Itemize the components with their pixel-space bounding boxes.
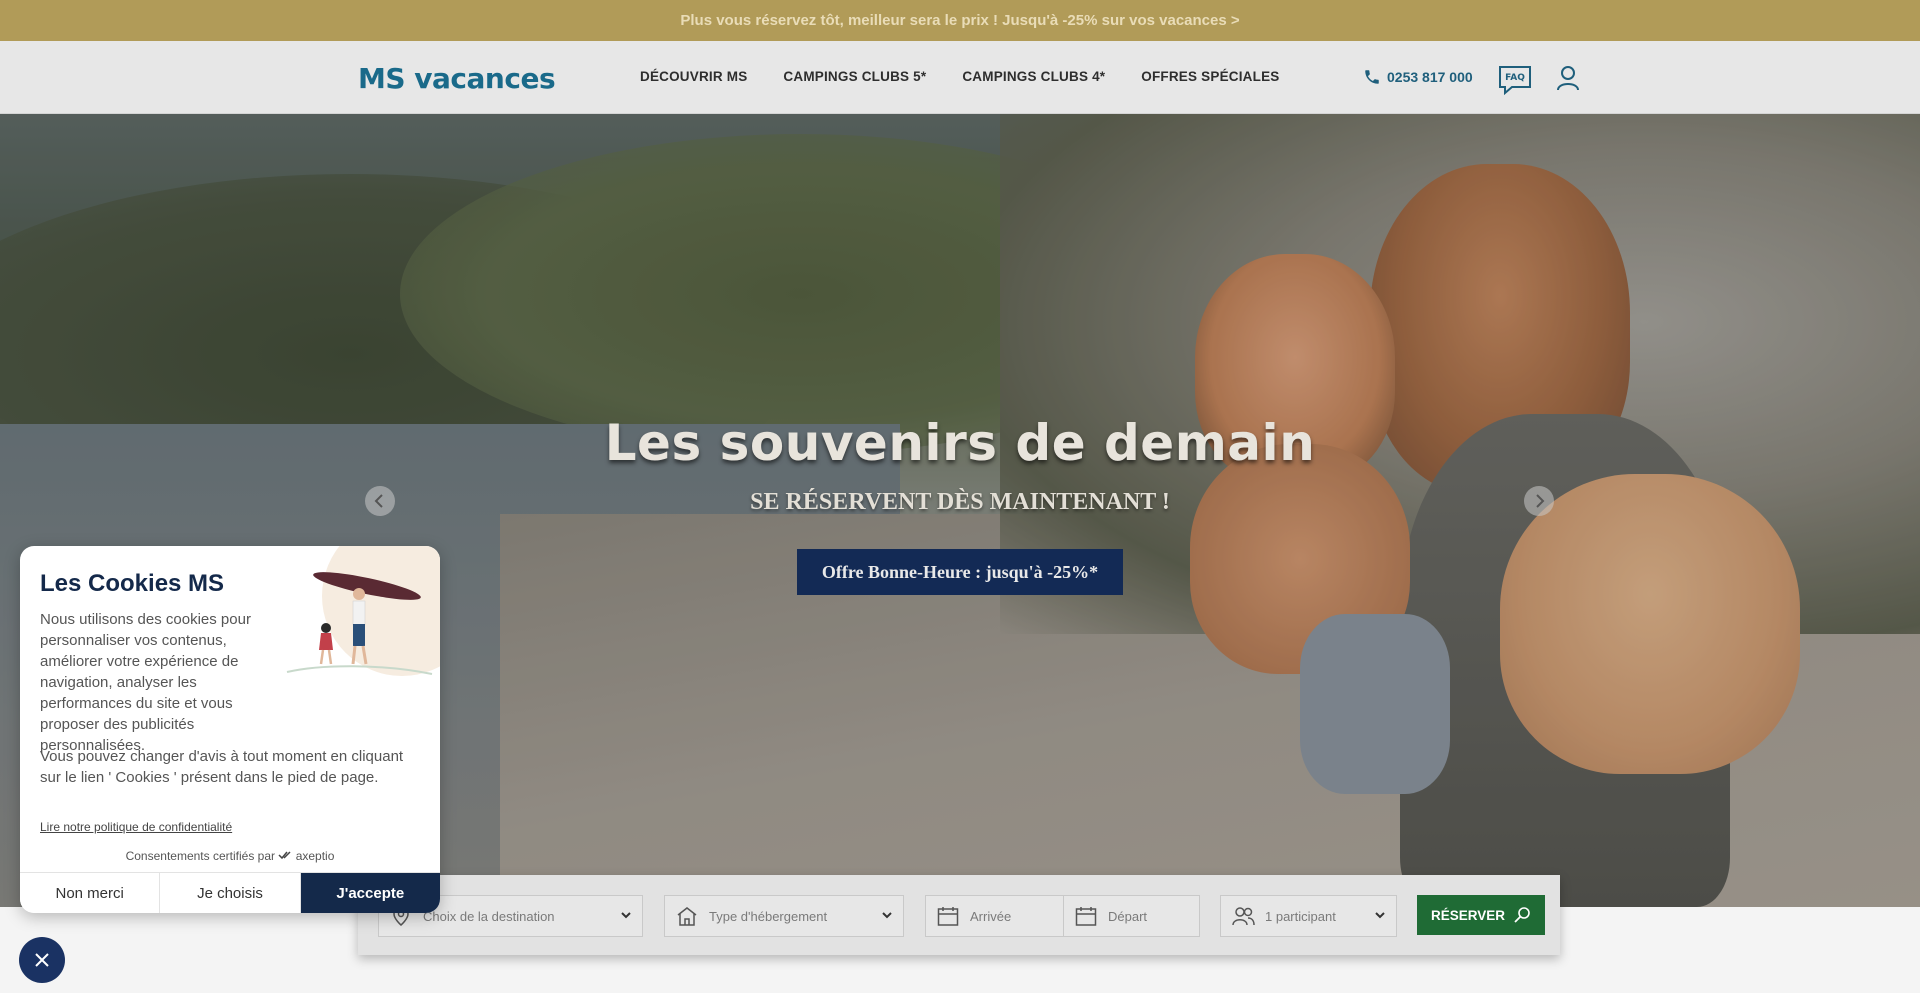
main-nav: DÉCOUVRIR MS CAMPINGS CLUBS 5* CAMPINGS … — [640, 69, 1280, 84]
cookie-description: Nous utilisons des cookies pour personna… — [40, 611, 251, 754]
cookie-buttons: Non merci Je choisis J'accepte — [20, 872, 440, 913]
axeptio-link[interactable]: axeptio — [296, 849, 335, 863]
site-header: MS vacances DÉCOUVRIR MS CAMPINGS CLUBS … — [0, 41, 1920, 114]
chevron-down-icon — [1375, 912, 1385, 919]
nav-item-decouvrir[interactable]: DÉCOUVRIR MS — [640, 69, 747, 84]
early-booking-offer-button[interactable]: Offre Bonne-Heure : jusqu'à -25%* — [797, 549, 1123, 595]
departure-placeholder: Départ — [1108, 908, 1148, 924]
account-button[interactable] — [1556, 65, 1580, 91]
calendar-icon — [1074, 904, 1098, 928]
certified-by: Consentements certifiés par axeptio — [20, 849, 440, 863]
certified-text: Consentements certifiés par — [125, 849, 275, 863]
phone-number: 0253 817 000 — [1387, 69, 1473, 85]
calendar-icon — [936, 904, 960, 928]
booking-search-bar: Choix de la destination Type d'hébergeme… — [358, 875, 1560, 955]
participants-value: 1 participant — [1265, 908, 1336, 924]
nav-item-campings-4[interactable]: CAMPINGS CLUBS 4* — [962, 69, 1105, 84]
users-icon — [1231, 904, 1255, 928]
faq-icon: FAQ — [1499, 66, 1531, 96]
destination-placeholder: Choix de la destination — [423, 908, 555, 924]
refuse-cookies-button[interactable]: Non merci — [20, 873, 161, 913]
arrival-date-field[interactable]: Arrivée — [925, 895, 1064, 937]
close-icon — [35, 953, 49, 967]
search-icon — [1514, 907, 1530, 923]
nav-item-offres[interactable]: OFFRES SPÉCIALES — [1141, 69, 1279, 84]
faq-button[interactable]: FAQ — [1498, 65, 1532, 96]
participants-select[interactable]: 1 participant — [1220, 895, 1397, 937]
cookie-change-mind-text: Vous pouvez changer d'avis à tout moment… — [40, 748, 404, 786]
phone-link[interactable]: 0253 817 000 — [1363, 68, 1473, 86]
accept-cookies-button[interactable]: J'accepte — [300, 873, 440, 913]
promo-text[interactable]: Plus vous réservez tôt, meilleur sera le… — [680, 12, 1239, 29]
hero-subtitle: SE RÉSERVENT DÈS MAINTENANT ! — [750, 489, 1170, 515]
chevron-down-icon — [621, 912, 631, 919]
reserve-label: RÉSERVER — [1430, 907, 1506, 923]
house-icon — [675, 904, 699, 928]
surfer-illustration — [286, 546, 440, 676]
reserve-button[interactable]: RÉSERVER — [1417, 895, 1545, 935]
cookie-title: Les Cookies MS — [40, 570, 225, 597]
cookie-consent-dialog: Les Cookies MS Nous utilisons des cookie… — [20, 546, 440, 913]
departure-date-field[interactable]: Départ — [1063, 895, 1200, 937]
faq-label: FAQ — [1505, 73, 1525, 83]
phone-icon — [1365, 70, 1379, 84]
axeptio-check-icon — [278, 851, 291, 860]
accommodation-type-select[interactable]: Type d'hébergement — [664, 895, 904, 937]
nav-item-campings-5[interactable]: CAMPINGS CLUBS 5* — [783, 69, 926, 84]
privacy-policy-link[interactable]: Lire notre politique de confidentialité — [40, 820, 232, 834]
chevron-down-icon — [882, 912, 892, 919]
arrival-placeholder: Arrivée — [970, 908, 1012, 924]
cookie-close-button[interactable] — [19, 937, 65, 983]
choose-cookies-button[interactable]: Je choisis — [160, 873, 301, 913]
promo-banner[interactable]: Plus vous réservez tôt, meilleur sera le… — [0, 0, 1920, 41]
site-logo[interactable]: MS vacances — [358, 62, 556, 95]
hero-title: Les souvenirs de demain — [604, 414, 1316, 472]
accommodation-placeholder: Type d'hébergement — [709, 908, 828, 924]
user-icon — [1557, 66, 1579, 91]
